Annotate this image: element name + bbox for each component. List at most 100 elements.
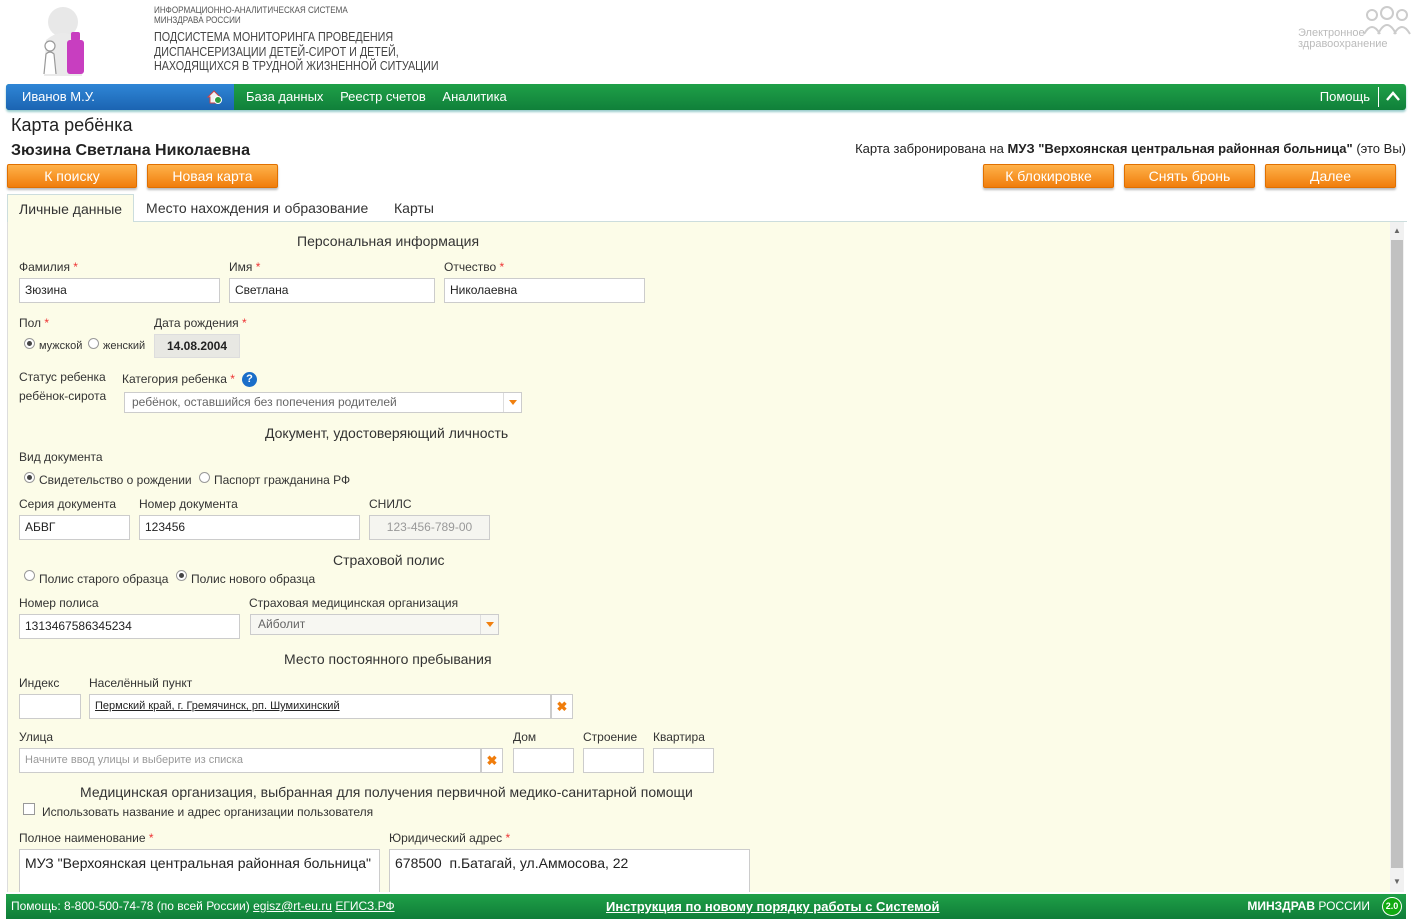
nav-invoice-registry[interactable]: Реестр счетов	[340, 89, 426, 104]
legal-address-textarea[interactable]: 678500 п.Батагай, ул.Аммосова, 22	[389, 849, 750, 892]
house-label: Дом	[513, 730, 537, 744]
nav-database[interactable]: База данных	[246, 89, 323, 104]
doc-type-label: Вид документа	[19, 450, 103, 464]
sex-female-radio[interactable]	[88, 338, 99, 349]
tab-personal-data[interactable]: Личные данные	[7, 194, 135, 223]
footer: Помощь: 8-800-500-74-78 (по всей России)…	[6, 894, 1406, 919]
patronymic-input[interactable]: Николаевна	[444, 278, 645, 303]
sex-female-label: женский	[103, 340, 146, 352]
next-button[interactable]: Далее	[1265, 164, 1396, 188]
locality-label: Населённый пункт	[89, 676, 193, 690]
scroll-up-icon[interactable]: ▲	[1393, 226, 1401, 235]
scroll-down-icon[interactable]: ▼	[1393, 877, 1401, 886]
legal-address-label: Юридический адрес *	[389, 831, 511, 845]
help-icon[interactable]: ?	[242, 372, 257, 387]
sex-male-label: мужской	[39, 340, 83, 352]
clear-locality-icon[interactable]: ✖	[551, 694, 573, 719]
clear-street-icon[interactable]: ✖	[481, 748, 503, 773]
surname-input[interactable]: Зюзина	[19, 278, 220, 303]
category-label: Категория ребенка *	[122, 372, 235, 386]
child-name: Зюзина Светлана Николаевна	[11, 142, 250, 159]
policy-new-radio[interactable]	[176, 570, 187, 581]
vertical-scrollbar[interactable]: ▲ ▼	[1390, 222, 1404, 892]
doc-number-label: Номер документа	[139, 497, 238, 511]
building-label: Строение	[583, 730, 638, 744]
doc-birth-cert-label: Свидетельство о рождении	[39, 473, 192, 487]
instruction-link[interactable]: Инструкция по новому порядку работы с Си…	[606, 894, 939, 919]
personal-data-panel: Персональная информация Фамилия * Зюзина…	[7, 222, 1404, 892]
nav-links: База данных Реестр счетов Аналитика	[246, 84, 520, 110]
doc-passport-radio[interactable]	[199, 472, 210, 483]
birth-date-field[interactable]: 14.08.2004	[154, 334, 240, 358]
new-card-button[interactable]: Новая карта	[147, 164, 278, 188]
doc-birth-cert-radio[interactable]	[24, 472, 35, 483]
subsystem-name: ПОДСИСТЕМА МОНИТОРИНГА ПРОВЕДЕНИЯ ДИСПАН…	[154, 30, 439, 73]
support-email-link[interactable]: egisz@rt-eu.ru	[253, 899, 332, 913]
main-navbar: Иванов М.У. База данных Реестр счетов Ан…	[6, 84, 1406, 110]
family-logo-icon	[43, 7, 84, 76]
sex-label: Пол *	[19, 316, 50, 330]
name-input[interactable]: Светлана	[229, 278, 435, 303]
header: ИНФОРМАЦИОННО-АНАЛИТИЧЕСКАЯ СИСТЕМА МИНЗ…	[0, 0, 1423, 84]
ministry-label: МИНЗДРАВ РОССИИ	[1247, 899, 1370, 913]
sex-male-radio[interactable]	[24, 338, 35, 349]
e-health-logo: Электронное здравоохранение	[1298, 6, 1418, 50]
snils-input[interactable]: 123-456-789-00	[369, 515, 490, 540]
reservation-status: Карта забронирована на МУЗ "Верхоянская …	[855, 141, 1406, 156]
birth-date-label: Дата рождения *	[154, 316, 247, 330]
index-input[interactable]	[19, 694, 81, 719]
section-insurance-policy: Страховой полис	[333, 552, 445, 568]
name-label: Имя *	[229, 260, 261, 274]
use-user-org-checkbox[interactable]	[23, 803, 35, 815]
patronymic-label: Отчество *	[444, 260, 505, 274]
street-input[interactable]: Начните ввод улицы и выберите из списка	[19, 748, 481, 773]
policy-new-label: Полис нового образца	[191, 572, 316, 586]
index-label: Индекс	[19, 676, 60, 690]
use-user-org-label: Использовать название и адрес организаци…	[42, 805, 374, 819]
section-medical-org: Медицинская организация, выбранная для п…	[80, 784, 693, 800]
house-input[interactable]	[513, 748, 574, 773]
to-block-button[interactable]: К блокировке	[983, 164, 1114, 188]
dropdown-arrow-icon	[480, 615, 498, 634]
scrollbar-thumb[interactable]	[1391, 240, 1403, 868]
policy-number-input[interactable]: 1313467586345234	[19, 614, 240, 639]
status-value: ребёнок-сирота	[19, 389, 107, 403]
egisz-link[interactable]: ЕГИСЗ.РФ	[335, 899, 394, 913]
insurer-select[interactable]: Айболит	[250, 614, 499, 635]
nav-analytics[interactable]: Аналитика	[442, 89, 506, 104]
unreserve-button[interactable]: Снять бронь	[1124, 164, 1255, 188]
user-menu[interactable]: Иванов М.У.	[6, 84, 234, 110]
snils-label: СНИЛС	[369, 497, 412, 511]
help-link[interactable]: Помощь	[1320, 84, 1370, 110]
full-name-label: Полное наименование *	[19, 831, 154, 845]
system-name-small: ИНФОРМАЦИОННО-АНАЛИТИЧЕСКАЯ СИСТЕМА МИНЗ…	[154, 5, 348, 25]
policy-old-radio[interactable]	[24, 570, 35, 581]
doc-passport-label: Паспорт гражданина РФ	[214, 473, 351, 487]
doc-series-input[interactable]: АБВГ	[19, 515, 130, 540]
dropdown-arrow-icon	[503, 393, 521, 412]
doc-number-input[interactable]: 123456	[139, 515, 360, 540]
apartment-label: Квартира	[653, 730, 705, 744]
building-input[interactable]	[583, 748, 644, 773]
to-search-button[interactable]: К поиску	[7, 164, 137, 188]
section-identity-doc: Документ, удостоверяющий личность	[265, 425, 509, 441]
apartment-input[interactable]	[653, 748, 714, 773]
collapse-header-button[interactable]	[1378, 87, 1406, 107]
full-name-textarea[interactable]: МУЗ "Верхоянская центральная районная бо…	[19, 849, 380, 892]
doc-series-label: Серия документа	[19, 497, 117, 511]
category-select[interactable]: ребёнок, оставшийся без попечения родите…	[124, 392, 522, 413]
tab-bar: Личные данные Место нахождения и образов…	[7, 194, 1407, 223]
user-name: Иванов М.У.	[22, 89, 95, 104]
locality-input[interactable]: Пермский край, г. Гремячинск, рп. Шумихи…	[89, 694, 551, 719]
category-selected-value: ребёнок, оставшийся без попечения родите…	[132, 395, 397, 409]
status-label: Статус ребенка	[19, 370, 106, 384]
home-icon[interactable]	[206, 89, 222, 105]
version-badge: 2.0	[1382, 897, 1402, 916]
tab-cards[interactable]: Карты	[383, 194, 445, 222]
page-title: Карта ребёнка	[11, 115, 133, 135]
chevron-up-icon	[1386, 91, 1400, 101]
tab-location-education[interactable]: Место нахождения и образование	[135, 194, 379, 222]
section-personal-info: Персональная информация	[297, 233, 480, 249]
support-phone: Помощь: 8-800-500-74-78 (по всей России)	[11, 899, 250, 913]
surname-label: Фамилия *	[19, 260, 78, 274]
